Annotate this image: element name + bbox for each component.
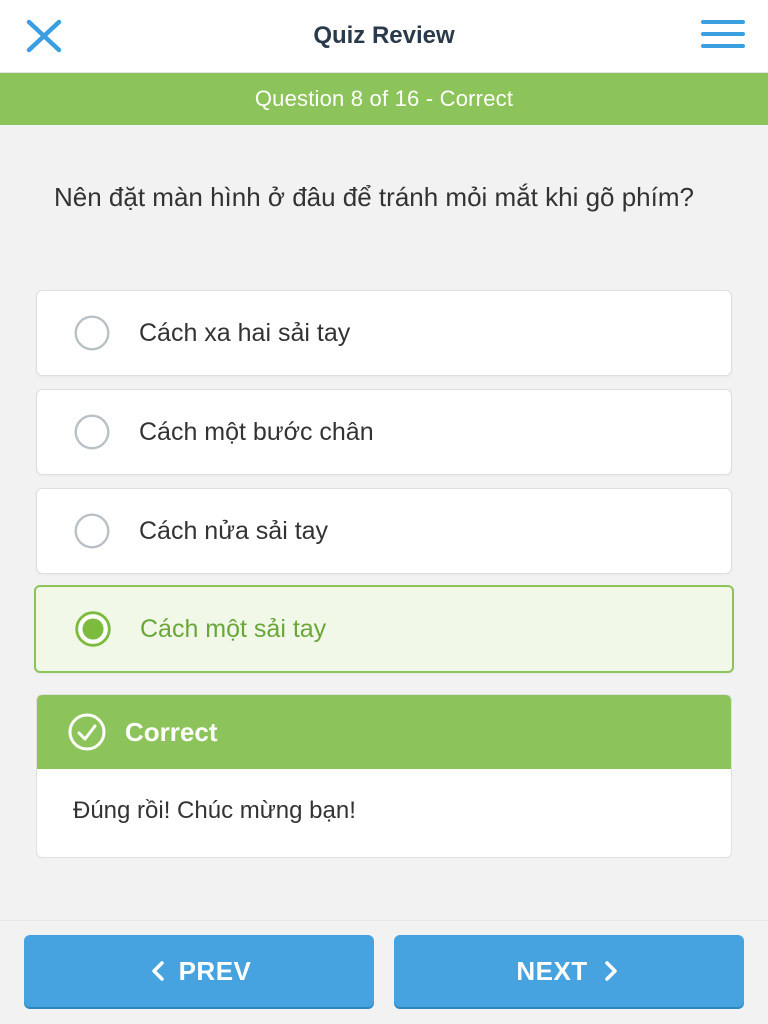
hamburger-menu-icon	[701, 20, 745, 48]
feedback-header: Correct	[37, 695, 731, 769]
answer-option-3[interactable]: Cách nửa sải tay	[36, 488, 732, 574]
prev-button-label: PREV	[178, 955, 252, 986]
question-text: Nên đặt màn hình ở đâu để tránh mỏi mắt …	[54, 182, 694, 212]
radio-checked-icon[interactable]	[70, 611, 116, 647]
question-status-text: Question 8 of 16 - Correct	[254, 86, 514, 111]
answer-option-label: Cách một bước chân	[139, 417, 374, 446]
radio-unchecked-icon[interactable]	[69, 513, 115, 549]
feedback-title: Correct	[125, 716, 218, 747]
answer-option-4-selected[interactable]: Cách một sải tay	[34, 585, 734, 673]
next-button[interactable]: NEXT	[394, 935, 744, 1007]
answer-option-label: Cách xa hai sải tay	[139, 318, 351, 347]
next-button-label: NEXT	[516, 955, 588, 986]
feedback-card: Correct Đúng rồi! Chúc mừng bạn!	[36, 694, 732, 858]
answer-option-label: Cách một sải tay	[140, 614, 327, 643]
chevron-left-icon	[151, 961, 164, 981]
check-circle-icon	[68, 713, 106, 751]
feedback-message: Đúng rồi! Chúc mừng bạn!	[73, 797, 356, 824]
top-bar: Quiz Review	[0, 0, 768, 73]
prev-button[interactable]: PREV	[24, 935, 374, 1007]
radio-unchecked-icon[interactable]	[69, 414, 115, 450]
question-status-banner: Question 8 of 16 - Correct	[0, 73, 768, 125]
answer-option-1[interactable]: Cách xa hai sải tay	[36, 290, 732, 376]
chevron-right-icon	[604, 961, 617, 981]
answer-option-label: Cách nửa sải tay	[139, 516, 329, 545]
menu-button[interactable]	[700, 16, 746, 52]
answer-option-2[interactable]: Cách một bước chân	[36, 389, 732, 475]
radio-unchecked-icon[interactable]	[69, 315, 115, 351]
page-title: Quiz Review	[313, 22, 455, 49]
